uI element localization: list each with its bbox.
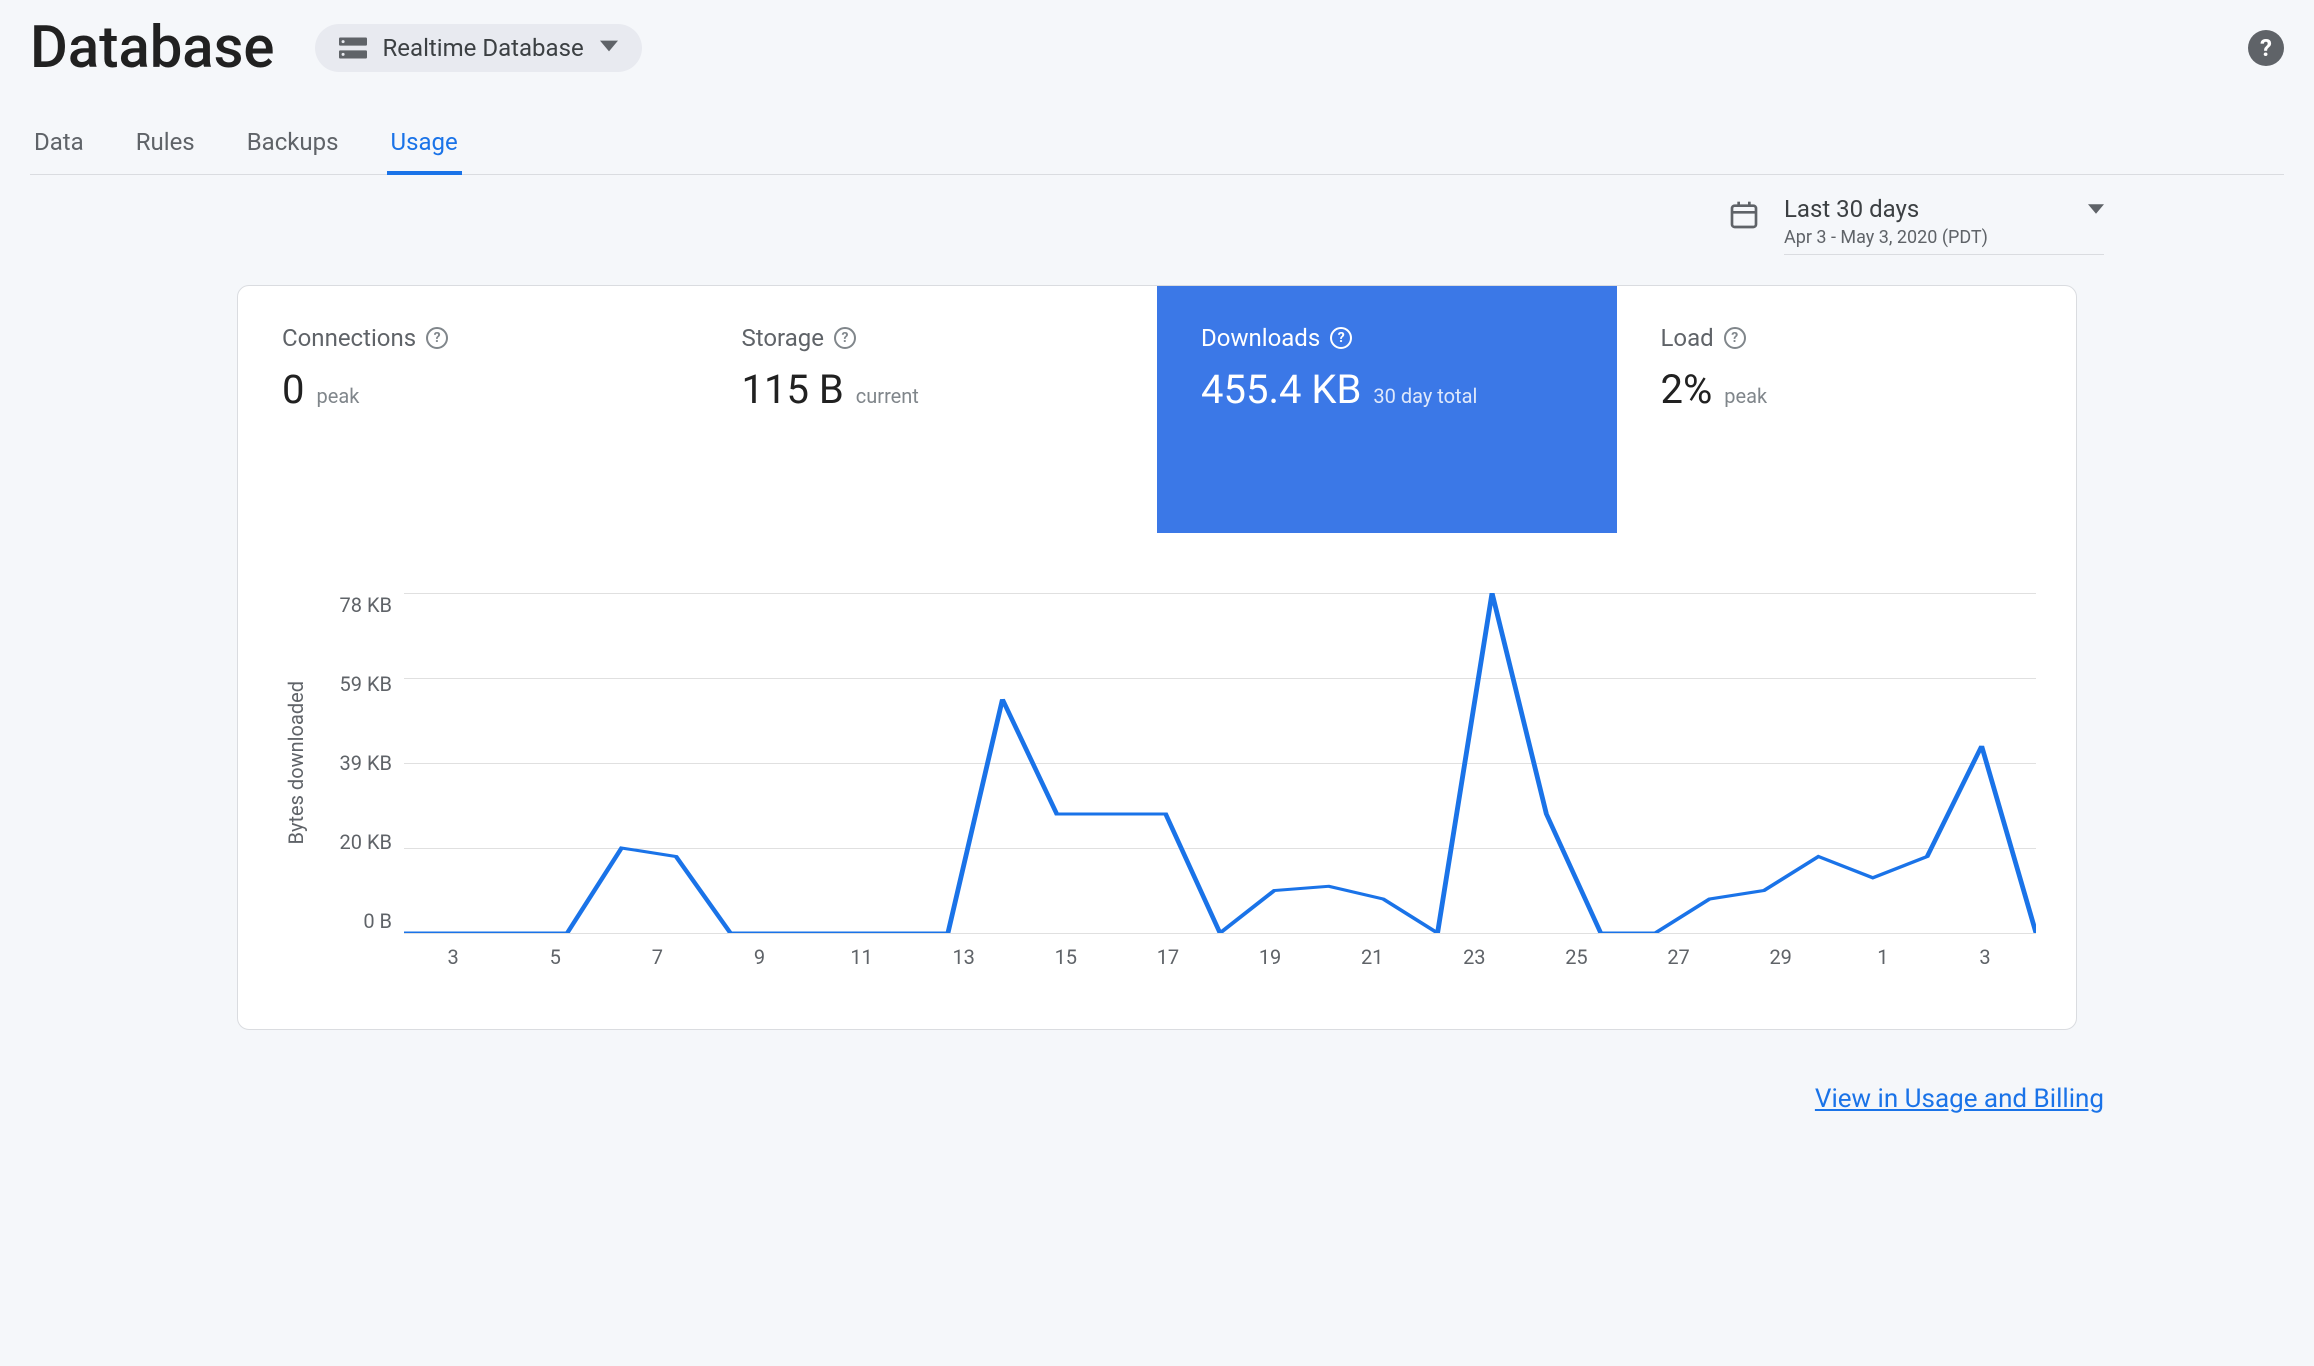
y-tick: 78 KB <box>340 593 392 617</box>
info-icon[interactable]: ? <box>426 327 448 349</box>
database-selector-label: Realtime Database <box>383 34 584 62</box>
metric-storage[interactable]: Storage ? 115 B current <box>698 286 1158 533</box>
metric-label: Connections <box>282 324 416 352</box>
y-tick: 59 KB <box>340 672 392 696</box>
chevron-down-icon <box>2088 195 2104 223</box>
metric-value: 0 <box>282 366 304 413</box>
database-icon <box>339 37 367 59</box>
database-selector[interactable]: Realtime Database <box>315 24 642 72</box>
x-tick: 5 <box>504 945 606 969</box>
metric-sub: current <box>856 384 919 408</box>
chart-xaxis: 35791113151719212325272913 <box>402 945 2036 969</box>
date-range-selector[interactable]: Last 30 days Apr 3 - May 3, 2020 (PDT) <box>1784 195 2104 255</box>
x-tick: 25 <box>1525 945 1627 969</box>
x-tick: 7 <box>606 945 708 969</box>
x-tick: 9 <box>708 945 810 969</box>
x-tick: 1 <box>1832 945 1934 969</box>
x-tick: 17 <box>1117 945 1219 969</box>
x-tick: 3 <box>402 945 504 969</box>
y-tick: 39 KB <box>340 751 392 775</box>
info-icon[interactable]: ? <box>1330 327 1352 349</box>
tab-usage[interactable]: Usage <box>387 118 462 174</box>
metric-label: Storage <box>742 324 824 352</box>
x-tick: 15 <box>1015 945 1117 969</box>
tab-rules[interactable]: Rules <box>132 118 199 174</box>
x-tick: 29 <box>1730 945 1832 969</box>
metric-label: Downloads <box>1201 324 1320 352</box>
help-icon[interactable]: ? <box>2248 30 2284 66</box>
metric-label: Load <box>1661 324 1714 352</box>
date-range-main: Last 30 days <box>1784 195 1919 223</box>
chart-ylabel: Bytes downloaded <box>278 681 314 844</box>
metric-sub: peak <box>1724 384 1767 408</box>
chart-plot <box>404 593 2036 933</box>
x-tick: 21 <box>1321 945 1423 969</box>
x-tick: 3 <box>1934 945 2036 969</box>
chart-yaxis: 78 KB 59 KB 39 KB 20 KB 0 B <box>314 593 404 933</box>
calendar-icon <box>1728 199 1760 235</box>
view-usage-billing-link[interactable]: View in Usage and Billing <box>1815 1084 2104 1114</box>
metric-connections[interactable]: Connections ? 0 peak <box>238 286 698 533</box>
x-tick: 27 <box>1628 945 1730 969</box>
info-icon[interactable]: ? <box>1724 327 1746 349</box>
page-title: Database <box>30 14 275 82</box>
metric-value: 2% <box>1661 366 1713 413</box>
tab-data[interactable]: Data <box>30 118 88 174</box>
x-tick: 23 <box>1423 945 1525 969</box>
y-tick: 20 KB <box>340 830 392 854</box>
metric-sub: peak <box>316 384 359 408</box>
usage-card: Connections ? 0 peak Storage ? 115 B cur… <box>237 285 2077 1030</box>
metric-sub: 30 day total <box>1373 384 1477 408</box>
metric-downloads[interactable]: Downloads ? 455.4 KB 30 day total <box>1157 286 1617 533</box>
metric-value: 455.4 KB <box>1201 366 1361 413</box>
x-tick: 13 <box>913 945 1015 969</box>
metric-load[interactable]: Load ? 2% peak <box>1617 286 2077 533</box>
tabs: Data Rules Backups Usage <box>30 118 2284 175</box>
x-tick: 19 <box>1219 945 1321 969</box>
y-tick: 0 B <box>363 909 392 933</box>
metric-value: 115 B <box>742 366 844 413</box>
chart-line <box>404 593 2036 933</box>
date-range-sub: Apr 3 - May 3, 2020 (PDT) <box>1784 227 2104 248</box>
tab-backups[interactable]: Backups <box>243 118 343 174</box>
x-tick: 11 <box>811 945 913 969</box>
info-icon[interactable]: ? <box>834 327 856 349</box>
chevron-down-icon <box>600 37 618 59</box>
